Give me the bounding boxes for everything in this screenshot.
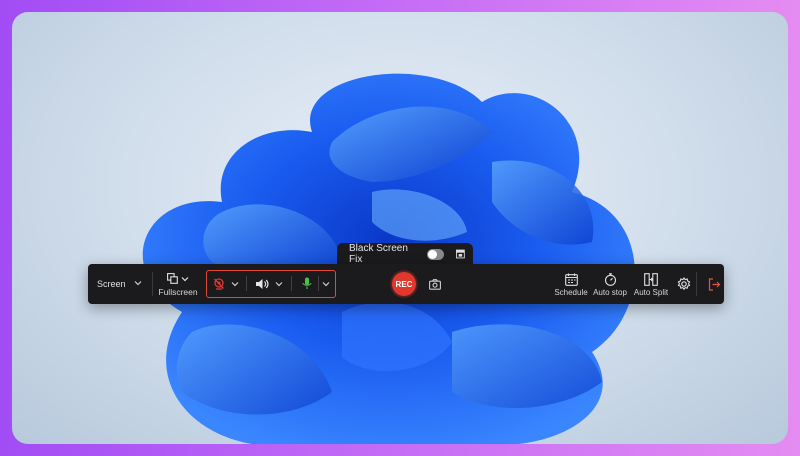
schedule-button[interactable]: Schedule: [554, 269, 588, 301]
webcam-options-dropdown[interactable]: [229, 271, 241, 296]
fullscreen-button[interactable]: Fullscreen: [156, 268, 200, 302]
stopwatch-icon: [604, 273, 616, 286]
screen-select-value: Screen: [97, 279, 126, 289]
chevron-down-icon: [231, 281, 239, 286]
toolbar-divider: [696, 272, 697, 296]
schedule-label: Schedule: [554, 288, 588, 297]
system-audio-toggle[interactable]: [253, 271, 271, 296]
auto-stop-label: Auto stop: [593, 288, 627, 297]
media-separator: [291, 276, 292, 291]
media-separator: [318, 276, 319, 291]
window-icon[interactable]: [456, 249, 465, 259]
desktop-frame: Black Screen Fix Screen Fullscreen REC S…: [12, 12, 788, 444]
chevron-down-icon: [275, 281, 283, 286]
speaker-icon: [256, 278, 269, 289]
calendar-icon: [564, 273, 578, 286]
black-screen-fix-label: Black Screen Fix: [349, 243, 408, 265]
split-icon: [644, 273, 658, 286]
media-sources-group: [206, 270, 336, 298]
black-screen-fix-panel: Black Screen Fix: [337, 243, 473, 265]
recording-toolbar: Screen Fullscreen REC Schedule Auto stop…: [88, 264, 724, 304]
chevron-down-icon: [134, 281, 142, 286]
screen-select-dropdown[interactable]: Screen: [88, 264, 150, 304]
exit-icon: [708, 277, 720, 291]
webcam-off-icon: [214, 277, 224, 290]
black-screen-fix-toggle[interactable]: [426, 248, 445, 260]
system-audio-options-dropdown[interactable]: [273, 271, 285, 296]
chevron-down-icon: [181, 276, 189, 281]
media-separator: [246, 276, 247, 291]
record-button[interactable]: REC: [392, 272, 416, 296]
toggle-knob: [427, 249, 437, 259]
webcam-toggle[interactable]: [211, 271, 227, 296]
auto-stop-button[interactable]: Auto stop: [592, 269, 628, 301]
snapshot-button[interactable]: [428, 277, 442, 291]
fullscreen-label: Fullscreen: [158, 287, 198, 297]
auto-split-label: Auto Split: [633, 288, 669, 297]
microphone-icon: [302, 277, 312, 289]
microphone-options-dropdown[interactable]: [320, 271, 332, 296]
wallpaper-bloom: [142, 73, 635, 444]
chevron-down-icon: [322, 281, 330, 286]
auto-split-button[interactable]: Auto Split: [632, 269, 670, 301]
region-select-icon: [167, 273, 178, 284]
exit-button[interactable]: [706, 276, 722, 292]
microphone-toggle[interactable]: [299, 271, 315, 296]
camera-icon: [429, 278, 441, 290]
gear-icon: [677, 277, 691, 291]
settings-button[interactable]: [676, 276, 692, 292]
toolbar-divider: [152, 272, 153, 296]
